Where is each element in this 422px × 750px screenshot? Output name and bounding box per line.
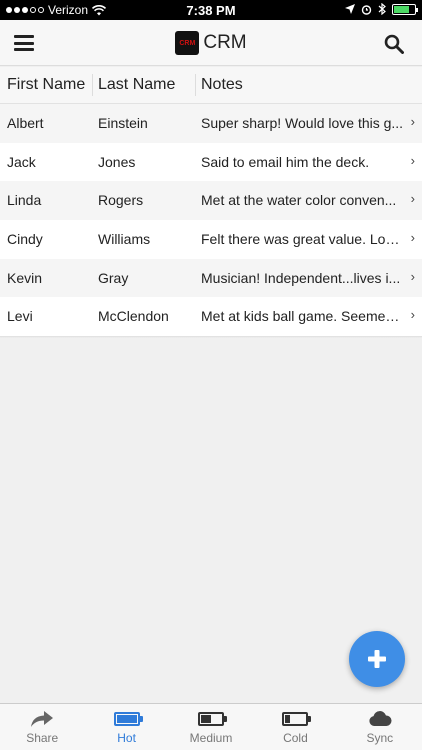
first-name-cell: Kevin (7, 269, 43, 286)
search-icon[interactable] (384, 34, 404, 54)
table-row[interactable]: Levi McClendon Met at kids ball game. Se… (0, 297, 422, 337)
battery-half-icon (198, 712, 228, 726)
first-name-cell: Cindy (7, 231, 43, 248)
app-title: CRM (203, 32, 247, 53)
tab-label: Cold (283, 731, 308, 745)
last-name-cell: Einstein (98, 115, 148, 131)
tab-label: Medium (189, 731, 233, 745)
chevron-right-icon: › (410, 191, 415, 207)
first-name-cell: Jack (7, 153, 36, 170)
table-row[interactable]: Jack Jones Said to email him the deck. › (0, 142, 422, 182)
last-name-cell: Jones (98, 153, 136, 170)
battery-level (394, 5, 409, 13)
status-bar: Verizon 7:38 PM (0, 0, 422, 20)
last-name-cell: Gray (98, 269, 129, 286)
brand: CRM CRM (0, 31, 422, 55)
chevron-right-icon: › (410, 152, 415, 168)
tab-label: Sync (366, 731, 394, 745)
chevron-right-icon: › (410, 230, 415, 246)
table-row[interactable]: Cindy Williams Felt there was great valu… (0, 220, 422, 259)
chevron-right-icon: › (410, 307, 415, 323)
notes-cell: Musician! Independent...lives i... (201, 269, 401, 286)
column-header-last-name[interactable]: Last Name (98, 76, 175, 94)
chevron-right-icon: › (410, 268, 415, 284)
column-header-notes[interactable]: Notes (201, 76, 243, 94)
add-contact-button[interactable] (349, 631, 405, 687)
first-name-cell: Linda (7, 192, 42, 209)
notes-cell: Met at kids ball game. Seemed ... (201, 308, 404, 325)
column-divider (92, 74, 93, 96)
notes-cell: Said to email him the deck. (201, 153, 370, 170)
app-header: CRM CRM (0, 20, 422, 66)
plus-icon (368, 650, 386, 668)
contacts-list: Albert Einstein Super sharp! Would love … (0, 104, 422, 339)
battery-low-icon (282, 712, 312, 726)
list-shadow (0, 336, 422, 339)
alarm-icon (361, 4, 372, 15)
tab-bar: Share Hot Medium Cold Sync (0, 703, 422, 750)
chevron-right-icon: › (410, 114, 415, 129)
tab-hot[interactable]: Hot (84, 704, 168, 750)
cloud-icon (369, 711, 392, 726)
tab-sync[interactable]: Sync (338, 704, 422, 750)
table-row[interactable]: Kevin Gray Musician! Independent...lives… (0, 258, 422, 298)
status-right (345, 3, 418, 15)
tab-cold[interactable]: Cold (253, 704, 337, 750)
notes-cell: Felt there was great value. Loo... (201, 231, 404, 248)
first-name-cell: Levi (7, 308, 33, 325)
share-icon (31, 711, 54, 727)
column-header-first-name[interactable]: First Name (7, 76, 85, 94)
table-row[interactable]: Albert Einstein Super sharp! Would love … (0, 104, 422, 143)
battery-icon (392, 3, 418, 15)
tab-medium[interactable]: Medium (169, 704, 253, 750)
notes-cell: Super sharp! Would love this g... (201, 115, 404, 131)
column-divider (195, 74, 196, 96)
first-name-cell: Albert (7, 115, 44, 131)
last-name-cell: McClendon (98, 308, 169, 325)
location-arrow-icon (345, 4, 355, 14)
bluetooth-icon (378, 3, 386, 15)
tab-label: Hot (117, 731, 136, 745)
last-name-cell: Williams (98, 231, 151, 248)
tab-label: Share (26, 731, 59, 745)
tab-share[interactable]: Share (0, 704, 84, 750)
notes-cell: Met at the water color conven... (201, 192, 397, 209)
battery-full-icon (113, 712, 143, 726)
table-row[interactable]: Linda Rogers Met at the water color conv… (0, 181, 422, 221)
crm-logo: CRM (175, 31, 200, 55)
last-name-cell: Rogers (98, 192, 144, 209)
table-header: First Name Last Name Notes (0, 67, 422, 104)
